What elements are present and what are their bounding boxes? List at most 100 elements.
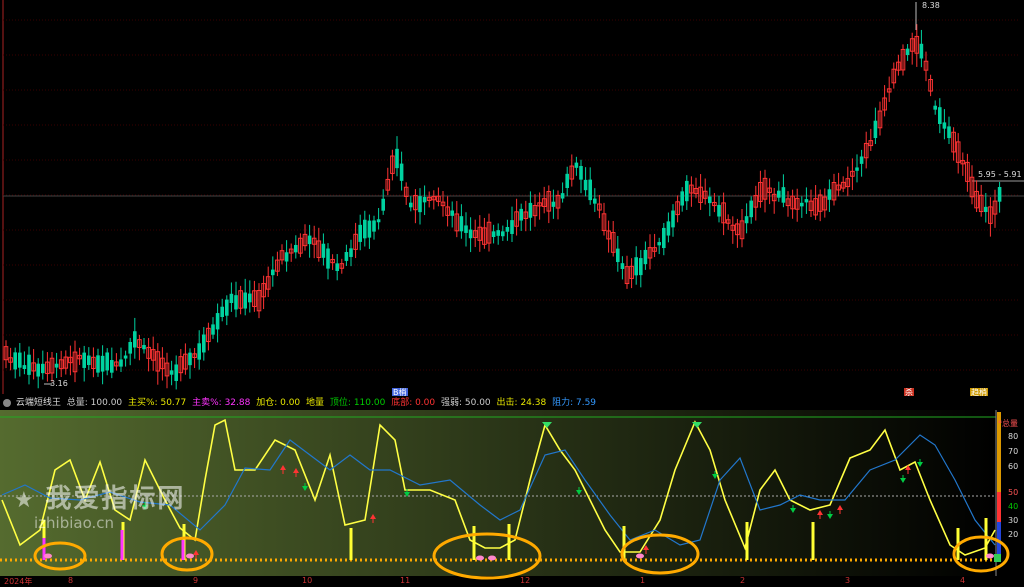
- watermark-url: izhibiao.cn: [34, 514, 115, 532]
- right-axis-tick-60: 60: [1008, 462, 1019, 471]
- candle-body: [620, 263, 625, 269]
- high-price-label: 8.38: [922, 1, 940, 10]
- candle-body: [13, 352, 17, 370]
- candle-body: [933, 105, 937, 110]
- candle-body: [294, 244, 298, 253]
- candle-body: [583, 179, 588, 191]
- candle-body: [363, 219, 367, 239]
- candle-body: [634, 257, 638, 276]
- candle-body: [399, 163, 404, 181]
- candle-body: [777, 190, 781, 198]
- candle-body: [82, 352, 86, 368]
- candle-body: [188, 352, 192, 366]
- candle-body: [418, 196, 422, 213]
- date-label-dec: 12: [520, 576, 531, 585]
- candle-body: [616, 248, 620, 263]
- candle-body: [997, 187, 1002, 202]
- candle-body: [197, 343, 201, 360]
- candle-body: [22, 365, 27, 370]
- right-axis-tick-70: 70: [1008, 447, 1019, 456]
- candle-body: [211, 324, 215, 335]
- candle-body: [560, 193, 565, 199]
- candle-body: [27, 354, 31, 375]
- candle-body: [202, 334, 206, 353]
- candle-body: [248, 293, 252, 303]
- candle-body: [381, 198, 385, 211]
- candle-body: [123, 355, 128, 359]
- attack-bar: [472, 526, 476, 560]
- candle-body: [565, 173, 569, 189]
- indicator-item-total: 总量: 100.00: [66, 398, 123, 408]
- candle-body: [307, 235, 312, 245]
- candle-body: [800, 202, 804, 207]
- date-label-mar: 3: [845, 576, 851, 585]
- candle-body: [344, 252, 349, 261]
- candle-body: [367, 220, 372, 238]
- attack-bar: [811, 522, 815, 560]
- low-signal-icon: [476, 555, 484, 561]
- candle-body: [855, 167, 859, 171]
- candle-body: [643, 249, 648, 265]
- attack-bar: [507, 524, 511, 560]
- current-range-label: 5.95 - 5.91: [978, 170, 1022, 179]
- candle-body: [496, 230, 500, 236]
- candle-body: [87, 355, 91, 366]
- candle-body: [947, 126, 951, 139]
- candle-body: [422, 196, 427, 203]
- candle-body: [464, 225, 468, 233]
- candle-body: [744, 216, 749, 224]
- candle-body: [528, 202, 533, 218]
- candle-body: [942, 122, 947, 129]
- low-signal-icon: [636, 553, 644, 559]
- candle-body: [468, 229, 473, 239]
- candle-body: [873, 120, 878, 139]
- date-label-feb: 2: [740, 576, 746, 585]
- price-panel[interactable]: [2, 0, 1024, 394]
- candle-body: [142, 345, 146, 350]
- candle-body: [220, 306, 224, 318]
- candle-body: [234, 295, 238, 310]
- indicator-title[interactable]: 云端短线王: [16, 398, 61, 408]
- candle-body: [919, 43, 924, 59]
- indicator-item-bottom: 底部: 0.00: [391, 398, 436, 408]
- candle-body: [680, 191, 684, 206]
- candle-body: [804, 199, 809, 203]
- candle-body: [574, 162, 579, 168]
- date-label-nov: 11: [400, 576, 411, 585]
- date-label-year: 2024年: [4, 577, 33, 586]
- buy-signal-icon: [994, 554, 1001, 562]
- candle-body: [666, 221, 671, 236]
- candle-body: [657, 242, 661, 246]
- candle-body: [335, 263, 339, 271]
- indicator-item-attack: 出击: 24.38: [496, 398, 547, 408]
- candle-body: [505, 227, 510, 232]
- attack-bar: [745, 522, 749, 560]
- candle-body: [169, 370, 174, 375]
- candle-body: [326, 248, 330, 269]
- candle-body: [859, 156, 864, 164]
- candle-body: [519, 208, 523, 221]
- candle-body: [215, 313, 220, 330]
- candle-body: [450, 210, 454, 216]
- candle-body: [749, 200, 753, 218]
- candle-body: [54, 363, 59, 368]
- watermark-title: ★ 我爱指标网: [14, 484, 186, 514]
- candle-body: [671, 210, 675, 228]
- axis-color-bar-red: [997, 492, 1001, 522]
- candle-body: [708, 196, 712, 204]
- indicator-settings-icon[interactable]: [3, 398, 11, 407]
- candle-body: [119, 359, 123, 367]
- candle-body: [685, 180, 689, 202]
- indicator-item-add-position: 加仓: 0.00: [256, 398, 301, 408]
- right-axis-tick-30: 30: [1008, 516, 1019, 525]
- candle-body: [459, 216, 464, 232]
- candle-body: [491, 231, 496, 238]
- candle-body: [372, 220, 376, 232]
- candle-body: [358, 224, 362, 242]
- right-axis-label: *总量: [998, 419, 1018, 428]
- attack-bar: [984, 518, 988, 560]
- candle-body: [174, 364, 178, 381]
- candle-body: [133, 331, 137, 348]
- low-signal-icon: [488, 555, 496, 561]
- indicator-info-bar: 云端短线王 总量: 100.00 主买%: 50.77 主卖%: 32.88 加…: [0, 396, 1024, 410]
